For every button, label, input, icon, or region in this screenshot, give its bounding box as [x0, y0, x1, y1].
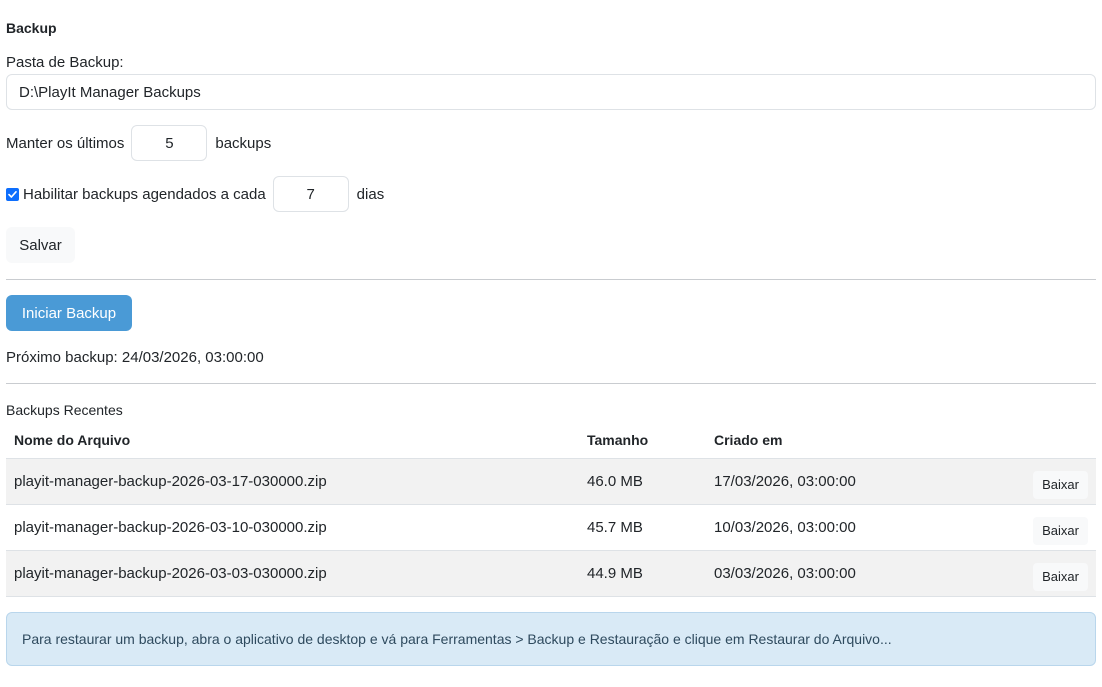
next-backup-text: Próximo backup: 24/03/2026, 03:00:00 — [6, 349, 264, 366]
file-size-cell: 45.7 MB — [579, 504, 706, 551]
file-name-cell: playit-manager-backup-2026-03-17-030000.… — [6, 458, 579, 505]
keep-backups-prefix: Manter os últimos — [6, 134, 125, 152]
schedule-checkbox[interactable] — [6, 187, 19, 201]
keep-backups-row: Manter os últimos backups — [6, 125, 271, 161]
file-size-cell: 44.9 MB — [579, 550, 706, 597]
created-at-cell: 17/03/2026, 03:00:00 — [706, 458, 1022, 505]
download-button[interactable]: Baixar — [1033, 516, 1088, 545]
table-row: playit-manager-backup-2026-03-17-030000.… — [6, 458, 1096, 505]
recent-backups-table: Nome do Arquivo Tamanho Criado em playit… — [6, 422, 1096, 597]
start-backup-button[interactable]: Iniciar Backup — [6, 295, 132, 331]
table-header-row: Nome do Arquivo Tamanho Criado em — [6, 422, 1096, 459]
backup-settings-page: Backup Pasta de Backup: Manter os último… — [0, 0, 1102, 687]
column-header-size: Tamanho — [579, 422, 706, 459]
schedule-row: Habilitar backups agendados a cada dias — [6, 176, 384, 212]
save-button[interactable]: Salvar — [6, 227, 75, 263]
action-cell: Baixar — [1022, 504, 1096, 551]
schedule-prefix: Habilitar backups agendados a cada — [23, 185, 266, 203]
created-at-cell: 03/03/2026, 03:00:00 — [706, 550, 1022, 597]
schedule-suffix: dias — [356, 185, 385, 203]
keep-backups-input[interactable] — [131, 125, 208, 161]
table-row: playit-manager-backup-2026-03-03-030000.… — [6, 550, 1096, 597]
column-header-action — [1022, 422, 1096, 459]
column-header-name: Nome do Arquivo — [6, 422, 579, 459]
column-header-created: Criado em — [706, 422, 1022, 459]
file-size-cell: 46.0 MB — [579, 458, 706, 505]
created-at-cell: 10/03/2026, 03:00:00 — [706, 504, 1022, 551]
recent-backups-title: Backups Recentes — [6, 402, 123, 418]
section-title: Backup — [6, 20, 57, 36]
backup-folder-label: Pasta de Backup: — [6, 54, 124, 71]
action-cell: Baixar — [1022, 458, 1096, 505]
keep-backups-suffix: backups — [215, 134, 272, 152]
table-row: playit-manager-backup-2026-03-10-030000.… — [6, 504, 1096, 551]
action-cell: Baixar — [1022, 550, 1096, 597]
restore-info-text: Para restaurar um backup, abra o aplicat… — [22, 631, 892, 647]
file-name-cell: playit-manager-backup-2026-03-03-030000.… — [6, 550, 579, 597]
divider — [6, 383, 1096, 384]
file-name-cell: playit-manager-backup-2026-03-10-030000.… — [6, 504, 579, 551]
download-button[interactable]: Baixar — [1033, 470, 1088, 499]
divider — [6, 279, 1096, 280]
backup-folder-input[interactable] — [6, 74, 1096, 110]
restore-info-alert: Para restaurar um backup, abra o aplicat… — [6, 612, 1096, 666]
schedule-days-input[interactable] — [272, 176, 349, 212]
check-icon — [8, 190, 17, 198]
download-button[interactable]: Baixar — [1033, 562, 1088, 591]
